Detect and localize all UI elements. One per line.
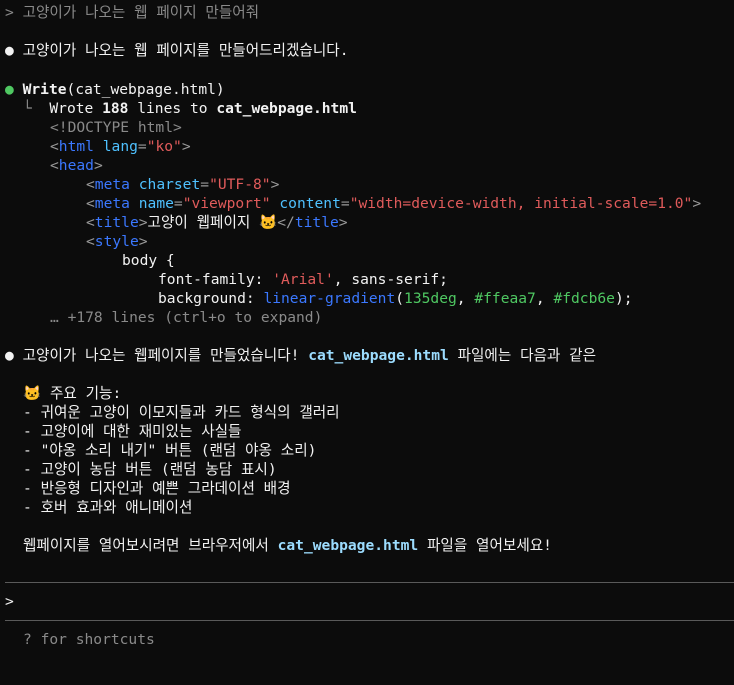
result-prefix: Wrote	[49, 100, 103, 117]
input-top-divider	[5, 582, 734, 583]
feature-item: - 호버 효과와 애니메이션	[23, 499, 193, 516]
tool-name: Write	[22, 81, 67, 98]
tool-result-line: └ Wrote 188 lines to cat_webpage.html	[23, 99, 357, 118]
input-prompt[interactable]: >	[5, 592, 734, 611]
result-file: cat_webpage.html	[216, 100, 357, 117]
code-meta-viewport: <meta name="viewport" content="width=dev…	[86, 195, 702, 212]
cat-emoji-icon: 🐱	[23, 385, 42, 402]
code-body-selector: body {	[122, 252, 175, 269]
cat-emoji-icon: 🐱	[259, 214, 278, 231]
assistant-message-intro: ● 고양이가 나오는 웹 페이지를 만들어드리겠습니다.	[5, 41, 348, 60]
assistant-summary: ● 고양이가 나오는 웹페이지를 만들었습니다! cat_webpage.htm…	[5, 347, 596, 364]
feature-item: - 귀여운 고양이 이모지들과 카드 형식의 갤러리	[23, 404, 340, 421]
code-font-family: font-family: 'Arial', sans-serif;	[158, 271, 448, 288]
code-title: <title>고양이 웹페이지 🐱</title>	[86, 214, 348, 231]
prompt-caret: >	[5, 593, 14, 610]
tool-status-icon: ●	[5, 81, 14, 98]
feature-item: - 고양이 농담 버튼 (랜덤 농담 표시)	[23, 461, 277, 478]
code-doctype: <!DOCTYPE html>	[50, 119, 182, 136]
closing-line: 웹페이지를 열어보시려면 브라우저에서 cat_webpage.html 파일을…	[23, 537, 552, 554]
code-style-open: <style>	[86, 233, 148, 250]
code-html-open: <html lang="ko">	[50, 138, 191, 155]
code-meta-charset: <meta charset="UTF-8">	[86, 176, 280, 193]
summary-file-link: cat_webpage.html	[308, 347, 449, 364]
features-heading: 🐱 주요 기능:	[23, 385, 122, 402]
user-prompt-line: > 고양이가 나오는 웹 페이지 만들어줘	[5, 4, 260, 21]
tree-branch-icon: └	[23, 100, 32, 117]
feature-item: - 반응형 디자인과 예쁜 그라데이션 배경	[23, 480, 291, 497]
feature-item: - "야옹 소리 내기" 버튼 (랜덤 야옹 소리)	[23, 442, 317, 459]
code-background: background: linear-gradient(135deg, #ffe…	[158, 290, 633, 307]
code-head-open: <head>	[50, 157, 103, 174]
tool-arg: (cat_webpage.html)	[66, 81, 225, 98]
feature-item: - 고양이에 대한 재미있는 사실들	[23, 423, 242, 440]
tool-call-header: ● Write(cat_webpage.html)	[5, 80, 225, 99]
closing-file-link: cat_webpage.html	[277, 537, 419, 554]
message-bullet-icon: ●	[5, 347, 14, 364]
expand-hint[interactable]: … +178 lines (ctrl+o to expand)	[50, 308, 322, 327]
result-count: 188	[102, 100, 129, 117]
message-bullet-icon: ●	[5, 42, 14, 59]
assistant-intro-text: 고양이가 나오는 웹 페이지를 만들어드리겠습니다.	[22, 42, 349, 59]
shortcuts-hint: ? for shortcuts	[23, 631, 155, 648]
input-bottom-divider	[5, 620, 734, 621]
result-mid: lines to	[128, 100, 217, 117]
